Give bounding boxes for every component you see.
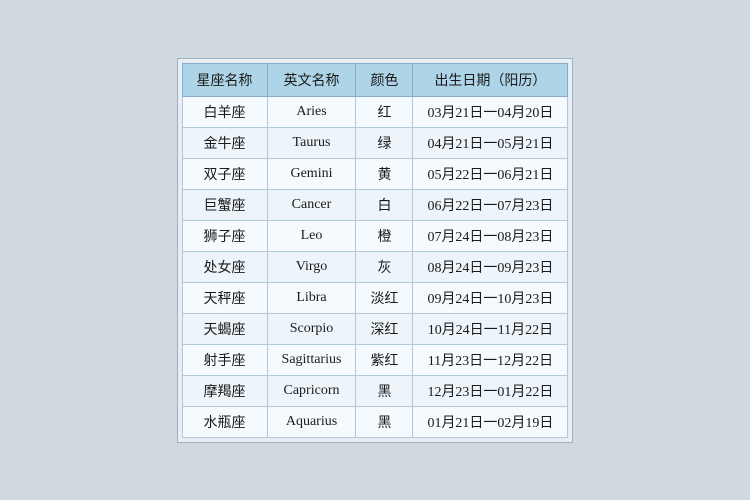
cell-r1-c2: 绿 xyxy=(356,127,413,158)
cell-r0-c1: Aries xyxy=(267,96,356,127)
cell-r3-c1: Cancer xyxy=(267,189,356,220)
cell-r2-c0: 双子座 xyxy=(182,158,267,189)
cell-r10-c2: 黑 xyxy=(356,406,413,437)
table-row: 巨蟹座Cancer白06月22日一07月23日 xyxy=(182,189,568,220)
cell-r9-c3: 12月23日一01月22日 xyxy=(413,375,568,406)
cell-r4-c0: 狮子座 xyxy=(182,220,267,251)
col-header-chinese-name: 星座名称 xyxy=(182,63,267,96)
cell-r7-c0: 天蝎座 xyxy=(182,313,267,344)
cell-r5-c3: 08月24日一09月23日 xyxy=(413,251,568,282)
table-row: 狮子座Leo橙07月24日一08月23日 xyxy=(182,220,568,251)
cell-r5-c0: 处女座 xyxy=(182,251,267,282)
cell-r5-c2: 灰 xyxy=(356,251,413,282)
col-header-color: 颜色 xyxy=(356,63,413,96)
zodiac-table-container: 星座名称 英文名称 颜色 出生日期（阳历） 白羊座Aries红03月21日一04… xyxy=(177,58,574,443)
table-row: 白羊座Aries红03月21日一04月20日 xyxy=(182,96,568,127)
cell-r7-c3: 10月24日一11月22日 xyxy=(413,313,568,344)
col-header-birthdate: 出生日期（阳历） xyxy=(413,63,568,96)
cell-r3-c2: 白 xyxy=(356,189,413,220)
cell-r9-c0: 摩羯座 xyxy=(182,375,267,406)
cell-r10-c0: 水瓶座 xyxy=(182,406,267,437)
table-row: 天秤座Libra淡红09月24日一10月23日 xyxy=(182,282,568,313)
zodiac-table: 星座名称 英文名称 颜色 出生日期（阳历） 白羊座Aries红03月21日一04… xyxy=(182,63,569,438)
cell-r1-c3: 04月21日一05月21日 xyxy=(413,127,568,158)
cell-r1-c1: Taurus xyxy=(267,127,356,158)
cell-r0-c3: 03月21日一04月20日 xyxy=(413,96,568,127)
cell-r6-c1: Libra xyxy=(267,282,356,313)
cell-r7-c2: 深红 xyxy=(356,313,413,344)
cell-r0-c0: 白羊座 xyxy=(182,96,267,127)
cell-r3-c3: 06月22日一07月23日 xyxy=(413,189,568,220)
cell-r8-c2: 紫红 xyxy=(356,344,413,375)
table-row: 金牛座Taurus绿04月21日一05月21日 xyxy=(182,127,568,158)
cell-r1-c0: 金牛座 xyxy=(182,127,267,158)
cell-r6-c0: 天秤座 xyxy=(182,282,267,313)
cell-r10-c1: Aquarius xyxy=(267,406,356,437)
cell-r2-c2: 黄 xyxy=(356,158,413,189)
table-row: 摩羯座Capricorn黑12月23日一01月22日 xyxy=(182,375,568,406)
cell-r4-c3: 07月24日一08月23日 xyxy=(413,220,568,251)
cell-r9-c2: 黑 xyxy=(356,375,413,406)
col-header-english-name: 英文名称 xyxy=(267,63,356,96)
table-body: 白羊座Aries红03月21日一04月20日金牛座Taurus绿04月21日一0… xyxy=(182,96,568,437)
table-row: 处女座Virgo灰08月24日一09月23日 xyxy=(182,251,568,282)
cell-r8-c0: 射手座 xyxy=(182,344,267,375)
table-row: 射手座Sagittarius紫红11月23日一12月22日 xyxy=(182,344,568,375)
cell-r0-c2: 红 xyxy=(356,96,413,127)
table-row: 双子座Gemini黄05月22日一06月21日 xyxy=(182,158,568,189)
cell-r8-c3: 11月23日一12月22日 xyxy=(413,344,568,375)
cell-r2-c3: 05月22日一06月21日 xyxy=(413,158,568,189)
cell-r8-c1: Sagittarius xyxy=(267,344,356,375)
cell-r5-c1: Virgo xyxy=(267,251,356,282)
table-header-row: 星座名称 英文名称 颜色 出生日期（阳历） xyxy=(182,63,568,96)
cell-r6-c2: 淡红 xyxy=(356,282,413,313)
table-row: 水瓶座Aquarius黑01月21日一02月19日 xyxy=(182,406,568,437)
table-row: 天蝎座Scorpio深红10月24日一11月22日 xyxy=(182,313,568,344)
cell-r2-c1: Gemini xyxy=(267,158,356,189)
cell-r4-c2: 橙 xyxy=(356,220,413,251)
cell-r6-c3: 09月24日一10月23日 xyxy=(413,282,568,313)
cell-r7-c1: Scorpio xyxy=(267,313,356,344)
cell-r9-c1: Capricorn xyxy=(267,375,356,406)
cell-r3-c0: 巨蟹座 xyxy=(182,189,267,220)
cell-r4-c1: Leo xyxy=(267,220,356,251)
cell-r10-c3: 01月21日一02月19日 xyxy=(413,406,568,437)
